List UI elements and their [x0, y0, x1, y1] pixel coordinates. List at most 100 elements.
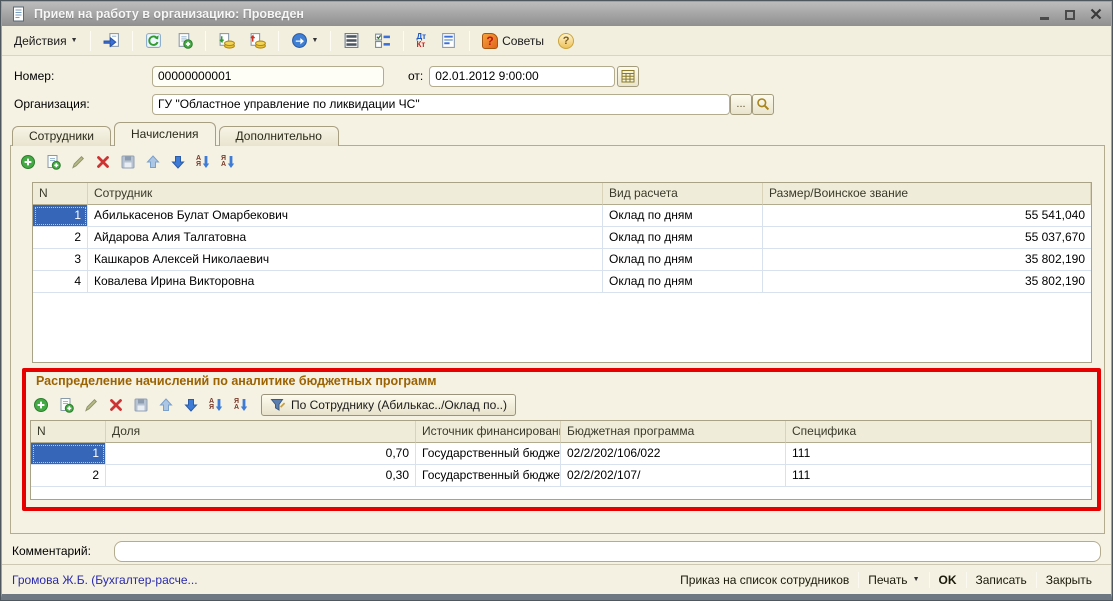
calc-type-cell[interactable]: Оклад по дням	[603, 205, 763, 227]
save-record-button[interactable]	[97, 29, 126, 53]
tab-strip: Сотрудники Начисления Дополнительно	[12, 122, 339, 146]
separator	[132, 31, 133, 51]
funding-source-cell[interactable]: Государственный бюджет	[416, 443, 561, 465]
list-settings-button[interactable]	[337, 29, 366, 53]
organization-open-button[interactable]	[752, 94, 774, 115]
row-number-cell[interactable]: 2	[33, 227, 88, 249]
column-header: Доля	[106, 421, 416, 443]
column-header: Специфика	[786, 421, 1091, 443]
separator	[205, 31, 206, 51]
specifics-cell[interactable]: 111	[786, 443, 1091, 465]
organization-input[interactable]	[152, 94, 730, 115]
calc-type-cell[interactable]: Оклад по дням	[603, 271, 763, 293]
move-down-button[interactable]	[167, 151, 189, 173]
calc-type-cell[interactable]: Оклад по дням	[603, 227, 763, 249]
delete-icon	[108, 397, 124, 413]
minimize-icon[interactable]	[1037, 8, 1051, 20]
move-up-button[interactable]	[155, 394, 177, 416]
amount-cell[interactable]: 55 037,670	[763, 227, 1091, 249]
organization-select-button[interactable]: ...	[730, 94, 752, 115]
employee-cell[interactable]: Кашкаров Алексей Николаевич	[88, 249, 603, 271]
actions-label: Действия	[14, 34, 67, 48]
sort-asc-button[interactable]: АЯ	[205, 394, 227, 416]
employee-cell[interactable]: Ковалева Ирина Викторовна	[88, 271, 603, 293]
tab-nachisleniya[interactable]: Начисления	[114, 122, 216, 146]
row-number-cell[interactable]: 1	[31, 443, 106, 465]
share-cell[interactable]: 0,30	[106, 465, 416, 487]
print-button[interactable]: Печать ▼	[859, 573, 928, 587]
actions-menu-button[interactable]: Действия ▼	[8, 29, 84, 53]
column-header: Сотрудник	[88, 183, 603, 205]
add-icon	[20, 154, 36, 170]
go-to-button[interactable]: ▼	[285, 29, 325, 53]
row-number-cell[interactable]: 2	[31, 465, 106, 487]
amount-cell[interactable]: 55 541,040	[763, 205, 1091, 227]
separator	[403, 31, 404, 51]
checkbox-settings-button[interactable]	[368, 29, 397, 53]
help-button[interactable]: ?	[552, 29, 580, 53]
amount-cell[interactable]: 35 802,190	[763, 271, 1091, 293]
edit-row-button[interactable]	[67, 151, 89, 173]
maximize-icon[interactable]	[1063, 8, 1077, 20]
calc-type-cell[interactable]: Оклад по дням	[603, 249, 763, 271]
copy-button[interactable]	[170, 29, 199, 53]
dt-kt-button[interactable]: ДтКт	[410, 29, 432, 53]
tab-dopolnitelno[interactable]: Дополнительно	[219, 126, 339, 146]
add-row-button[interactable]	[30, 394, 52, 416]
number-input[interactable]	[152, 66, 384, 87]
move-down-button[interactable]	[180, 394, 202, 416]
row-number-cell[interactable]: 1	[33, 205, 88, 227]
tab-sotrudniki[interactable]: Сотрудники	[12, 126, 111, 146]
add-row-button[interactable]	[17, 151, 39, 173]
filter-by-employee-button[interactable]: По Сотруднику (Абилькас../Оклад по..)	[261, 394, 516, 416]
user-info: Громова Ж.Б. (Бухгалтер-расче...	[12, 573, 671, 587]
specifics-cell[interactable]: 111	[786, 465, 1091, 487]
budget-program-cell[interactable]: 02/2/202/106/022	[561, 443, 786, 465]
employee-cell[interactable]: Абилькасенов Булат Омарбекович	[88, 205, 603, 227]
tips-label: Советы	[502, 34, 544, 48]
delete-row-button[interactable]	[105, 394, 127, 416]
table-row: 2 0,30 Государственный бюджет 02/2/202/1…	[31, 465, 1091, 487]
dt-kt-icon: ДтКт	[416, 33, 426, 49]
report-button[interactable]	[434, 29, 463, 53]
row-number-cell[interactable]: 3	[33, 249, 88, 271]
save-button[interactable]: Записать	[967, 573, 1036, 587]
allocation-grid-toolbar: АЯ ЯА По Сотруднику (Абилькас../Оклад по…	[30, 392, 516, 418]
floppy-icon	[133, 397, 149, 413]
share-cell[interactable]: 0,70	[106, 443, 416, 465]
sort-desc-button[interactable]: ЯА	[217, 151, 239, 173]
unpost-document-button[interactable]	[243, 29, 272, 53]
employee-cell[interactable]: Айдарова Алия Талгатовна	[88, 227, 603, 249]
column-header: Источник финансирования	[416, 421, 561, 443]
close-button[interactable]: Закрыть	[1037, 573, 1101, 587]
delete-row-button[interactable]	[92, 151, 114, 173]
move-up-button[interactable]	[142, 151, 164, 173]
edit-row-button[interactable]	[80, 394, 102, 416]
column-header: N	[33, 183, 88, 205]
copy-row-button[interactable]	[42, 151, 64, 173]
budget-program-cell[interactable]: 02/2/202/107/	[561, 465, 786, 487]
funding-source-cell[interactable]: Государственный бюджет	[416, 465, 561, 487]
sort-desc-button[interactable]: ЯА	[230, 394, 252, 416]
sort-asc-icon: АЯ	[196, 155, 210, 169]
copy-row-button[interactable]	[55, 394, 77, 416]
end-edit-button[interactable]	[117, 151, 139, 173]
order-list-button[interactable]: Приказ на список сотрудников	[671, 573, 858, 587]
filter-button-label: По Сотруднику (Абилькас../Оклад по..)	[291, 398, 507, 412]
refresh-icon	[145, 32, 162, 49]
employees-table-header: N Сотрудник Вид расчета Размер/Воинское …	[33, 183, 1091, 205]
end-edit-button[interactable]	[130, 394, 152, 416]
refresh-button[interactable]	[139, 29, 168, 53]
post-document-button[interactable]	[212, 29, 241, 53]
table-row: 4 Ковалева Ирина Викторовна Оклад по дня…	[33, 271, 1091, 293]
amount-cell[interactable]: 35 802,190	[763, 249, 1091, 271]
row-number-cell[interactable]: 4	[33, 271, 88, 293]
sort-asc-button[interactable]: АЯ	[192, 151, 214, 173]
ok-button[interactable]: OK	[930, 573, 966, 587]
chevron-down-icon: ▼	[71, 37, 78, 44]
close-icon[interactable]	[1089, 8, 1103, 20]
tips-button[interactable]: ? Советы	[476, 29, 550, 53]
date-input[interactable]	[429, 66, 615, 87]
calendar-button[interactable]	[617, 66, 639, 87]
comment-input[interactable]	[114, 541, 1101, 562]
